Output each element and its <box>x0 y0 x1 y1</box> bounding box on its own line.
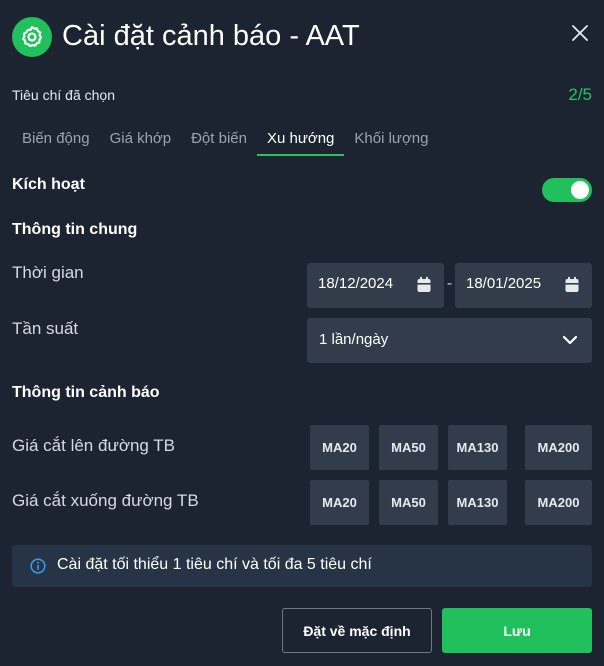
ma-option-up-ma50[interactable]: MA50 <box>379 425 438 470</box>
calendar-icon[interactable] <box>416 276 432 299</box>
time-label: Thời gian <box>12 263 84 282</box>
date-to-field[interactable]: 18/01/2025 <box>455 263 592 308</box>
criteria-tabs: Biến động Giá khớp Đột biến Xu hướng Khố… <box>12 126 438 156</box>
frequency-value: 1 lần/ngày <box>319 331 389 348</box>
save-button[interactable]: Lưu <box>442 608 592 653</box>
cross-up-label: Giá cắt lên đường TB <box>12 436 176 455</box>
cross-down-label: Giá cắt xuống đường TB <box>12 491 199 510</box>
tab-dot-bien[interactable]: Đột biến <box>181 126 257 156</box>
cross-up-options: MA20 MA50 MA130 MA200 <box>310 425 593 470</box>
chevron-down-icon <box>562 333 578 351</box>
ma-option-down-ma50[interactable]: MA50 <box>379 480 438 525</box>
ma-option-down-ma20[interactable]: MA20 <box>310 480 369 525</box>
tab-xu-huong[interactable]: Xu hướng <box>256 126 345 156</box>
date-separator: - <box>446 275 453 292</box>
activate-toggle[interactable] <box>542 178 592 202</box>
frequency-label: Tần suất <box>12 319 79 338</box>
dialog-title: Cài đặt cảnh báo - AAT <box>62 20 360 52</box>
info-text: Cài đặt tối thiểu 1 tiêu chí và tối đa 5… <box>57 556 372 573</box>
frequency-select[interactable]: 1 lần/ngày <box>307 318 592 363</box>
criteria-label: Tiêu chí đã chọn <box>12 87 115 103</box>
date-from-value: 18/12/2024 <box>318 275 394 292</box>
tab-bien-dong[interactable]: Biến động <box>12 126 100 156</box>
toggle-knob <box>571 181 589 199</box>
ma-option-up-ma130[interactable]: MA130 <box>448 425 507 470</box>
alert-heading: Thông tin cảnh báo <box>12 384 160 401</box>
activate-label: Kích hoạt <box>12 176 85 193</box>
ma-option-up-ma20[interactable]: MA20 <box>310 425 369 470</box>
gear-icon <box>12 17 52 57</box>
date-from-field[interactable]: 18/12/2024 <box>307 263 444 308</box>
info-icon <box>30 558 46 579</box>
reset-default-button[interactable]: Đặt về mặc định <box>282 608 432 653</box>
info-banner: Cài đặt tối thiểu 1 tiêu chí và tối đa 5… <box>12 545 592 587</box>
ma-option-down-ma200[interactable]: MA200 <box>525 480 592 525</box>
date-to-value: 18/01/2025 <box>466 275 542 292</box>
calendar-icon[interactable] <box>564 276 580 299</box>
dialog-header: Cài đặt cảnh báo - AAT <box>12 16 592 58</box>
tab-gia-khop[interactable]: Giá khớp <box>100 126 182 156</box>
cross-down-options: MA20 MA50 MA130 MA200 <box>310 480 593 525</box>
ma-option-up-ma200[interactable]: MA200 <box>525 425 592 470</box>
criteria-count: 2/5 <box>568 85 592 104</box>
close-icon[interactable] <box>567 20 593 46</box>
ma-option-down-ma130[interactable]: MA130 <box>448 480 507 525</box>
tab-khoi-luong[interactable]: Khối lượng <box>344 126 438 156</box>
general-heading: Thông tin chung <box>12 221 138 238</box>
